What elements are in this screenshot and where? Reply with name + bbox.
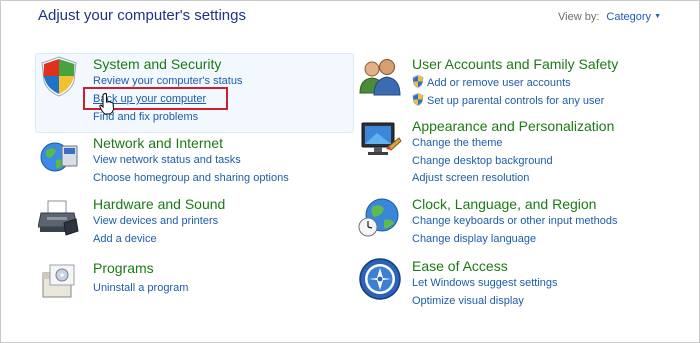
- programs-icon: [42, 264, 75, 298]
- appearance-monitor-icon: [361, 122, 402, 155]
- link-keyboards-input[interactable]: Change keyboards or other input methods: [412, 215, 617, 227]
- link-add-remove-users-label[interactable]: Add or remove user accounts: [427, 77, 571, 89]
- uac-shield-icon: [412, 75, 424, 88]
- users-icon: [359, 59, 401, 96]
- page-title: Adjust your computer's settings: [38, 7, 246, 24]
- link-uninstall[interactable]: Uninstall a program: [93, 282, 188, 294]
- link-change-theme[interactable]: Change the theme: [412, 137, 503, 149]
- view-by-label: View by:: [558, 11, 600, 23]
- category-title-system-security[interactable]: System and Security: [93, 56, 221, 72]
- ease-of-access-icon: [359, 258, 401, 300]
- dropdown-caret-icon[interactable]: ▼: [654, 13, 661, 20]
- link-add-remove-users[interactable]: Add or remove user accounts: [412, 75, 571, 89]
- link-review-status[interactable]: Review your computer's status: [93, 75, 242, 87]
- category-title-clock-region[interactable]: Clock, Language, and Region: [412, 196, 596, 212]
- category-title-ease-of-access[interactable]: Ease of Access: [412, 258, 508, 274]
- uac-shield-icon: [412, 93, 424, 106]
- link-screen-resolution[interactable]: Adjust screen resolution: [412, 172, 529, 184]
- printer-icon: [38, 200, 79, 236]
- link-desktop-background[interactable]: Change desktop background: [412, 155, 553, 167]
- category-title-appearance[interactable]: Appearance and Personalization: [412, 118, 614, 134]
- category-title-programs[interactable]: Programs: [93, 260, 154, 276]
- category-title-user-accounts[interactable]: User Accounts and Family Safety: [412, 56, 618, 72]
- category-title-hardware[interactable]: Hardware and Sound: [93, 196, 225, 212]
- link-devices-printers[interactable]: View devices and printers: [93, 215, 218, 227]
- hand-cursor-icon: [99, 93, 115, 115]
- link-network-status[interactable]: View network status and tasks: [93, 154, 241, 166]
- link-parental-controls-label[interactable]: Set up parental controls for any user: [427, 95, 604, 107]
- link-parental-controls[interactable]: Set up parental controls for any user: [412, 93, 604, 107]
- clock-globe-icon: [358, 198, 399, 237]
- link-display-language[interactable]: Change display language: [412, 233, 536, 245]
- category-title-network[interactable]: Network and Internet: [93, 135, 223, 151]
- view-by-dropdown[interactable]: Category: [606, 11, 651, 23]
- link-optimize-display[interactable]: Optimize visual display: [412, 295, 524, 307]
- control-panel-window: Adjust your computer's settings View by:…: [0, 0, 700, 343]
- link-suggest-settings[interactable]: Let Windows suggest settings: [412, 277, 558, 289]
- link-add-device[interactable]: Add a device: [93, 233, 157, 245]
- link-homegroup[interactable]: Choose homegroup and sharing options: [93, 172, 289, 184]
- view-by: View by: Category ▼: [558, 11, 661, 23]
- security-shield-icon: [41, 56, 77, 97]
- network-globe-icon: [40, 142, 78, 172]
